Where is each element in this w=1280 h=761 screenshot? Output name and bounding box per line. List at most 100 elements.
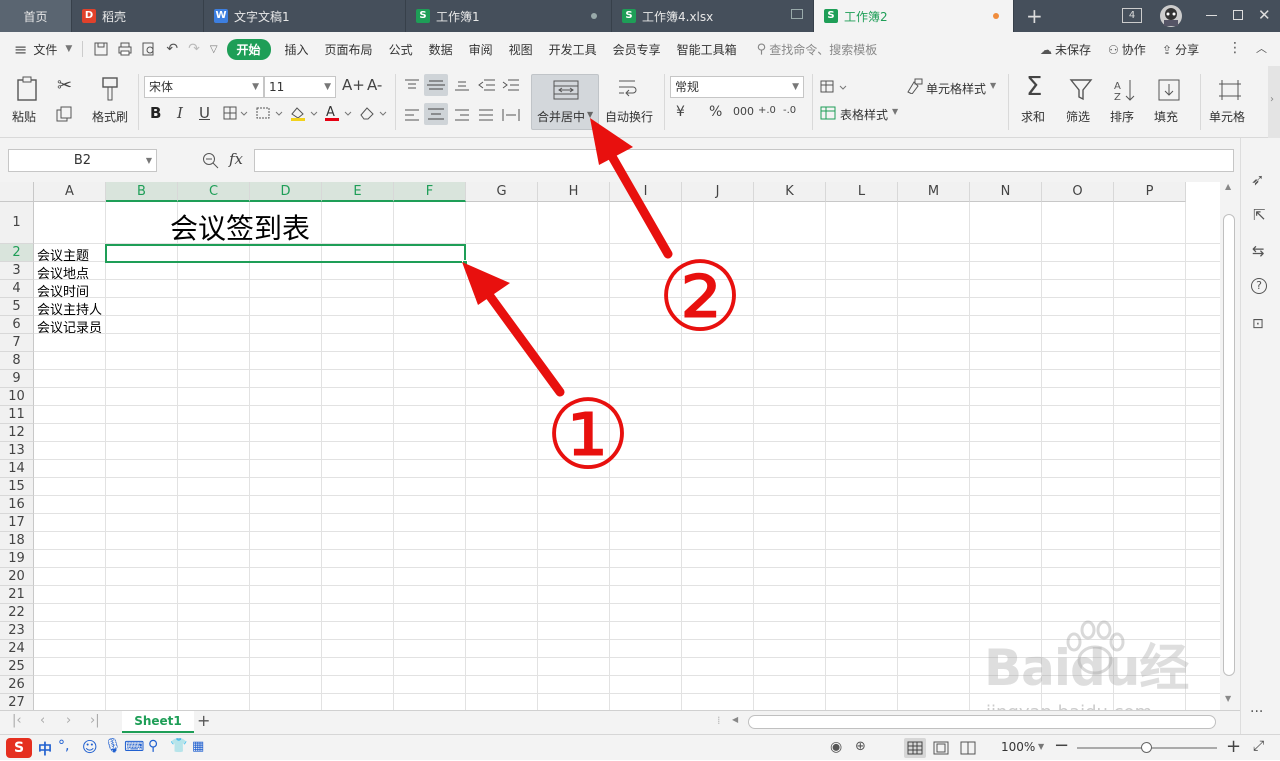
- row-header[interactable]: 9: [0, 370, 34, 388]
- punctuation-icon[interactable]: °,: [58, 738, 69, 754]
- increase-font-icon[interactable]: A+: [342, 76, 365, 94]
- split-handle-icon[interactable]: ⁞: [717, 714, 721, 727]
- row-header[interactable]: 6: [0, 316, 34, 334]
- column-header[interactable]: F: [394, 182, 466, 202]
- save-icon[interactable]: [94, 42, 108, 56]
- menu-view[interactable]: 视图: [509, 41, 533, 58]
- horizontal-scroll-thumb[interactable]: [748, 715, 1216, 729]
- add-sheet-icon[interactable]: +: [197, 711, 210, 730]
- row-header[interactable]: 21: [0, 586, 34, 604]
- column-header[interactable]: E: [322, 182, 394, 202]
- scroll-up-icon[interactable]: ▲: [1225, 182, 1231, 191]
- column-header[interactable]: A: [34, 182, 106, 202]
- column-header[interactable]: M: [898, 182, 970, 202]
- row-header[interactable]: 25: [0, 658, 34, 676]
- align-bottom-icon[interactable]: [454, 78, 470, 92]
- tab-home[interactable]: 首页: [0, 0, 72, 32]
- align-left-icon[interactable]: [404, 108, 420, 122]
- fill-down-icon[interactable]: [1157, 78, 1181, 102]
- row-header[interactable]: 15: [0, 478, 34, 496]
- zoom-in-icon[interactable]: +: [1226, 736, 1241, 757]
- decrease-decimal-icon[interactable]: -.0: [783, 105, 796, 116]
- tab-daoke[interactable]: D 稻壳: [72, 0, 204, 32]
- hamburger-icon[interactable]: ≡: [14, 40, 27, 59]
- column-header[interactable]: L: [826, 182, 898, 202]
- paste-label[interactable]: 粘贴: [12, 108, 36, 125]
- fill-color-icon[interactable]: [289, 105, 319, 121]
- cell-fill-style-icon[interactable]: [256, 106, 284, 120]
- column-header[interactable]: N: [970, 182, 1042, 202]
- paste-icon[interactable]: [16, 76, 40, 102]
- rocket-icon[interactable]: ➶: [1251, 170, 1264, 189]
- new-tab-plus-icon[interactable]: +: [1026, 4, 1043, 28]
- label-cell-a3[interactable]: 会议地点: [37, 263, 89, 282]
- row-header[interactable]: 7: [0, 334, 34, 352]
- tab-workbook2[interactable]: S 工作簿2: [814, 0, 1014, 32]
- font-name-select[interactable]: 宋体 ▼: [144, 76, 264, 98]
- label-cell-a5[interactable]: 会议主持人: [37, 299, 102, 318]
- increase-decimal-icon[interactable]: +.0: [758, 105, 776, 116]
- row-header[interactable]: 10: [0, 388, 34, 406]
- close-icon[interactable]: ✕: [1258, 6, 1271, 24]
- column-header[interactable]: B: [106, 182, 178, 202]
- sheet-title-cell[interactable]: 会议签到表: [170, 207, 310, 247]
- more-panel-icon[interactable]: ···: [1250, 704, 1263, 720]
- menu-formula[interactable]: 公式: [389, 41, 413, 58]
- row-header[interactable]: 20: [0, 568, 34, 586]
- scroll-left-icon[interactable]: ◀: [732, 715, 738, 724]
- eye-protection-icon[interactable]: ◉: [830, 739, 842, 755]
- filter-icon[interactable]: [1069, 78, 1093, 102]
- column-header[interactable]: P: [1114, 182, 1186, 202]
- command-search[interactable]: ⚲ 查找命令、搜索模板: [757, 41, 878, 58]
- align-top-icon[interactable]: [404, 78, 420, 92]
- zoom-slider-thumb[interactable]: [1141, 742, 1152, 753]
- increase-indent-icon[interactable]: [502, 78, 520, 92]
- column-header[interactable]: O: [1042, 182, 1114, 202]
- collaborate-button[interactable]: ⚇ 协作: [1108, 41, 1146, 58]
- page-layout-view-icon[interactable]: [933, 741, 949, 755]
- menu-page-layout[interactable]: 页面布局: [325, 41, 373, 58]
- row-header[interactable]: 18: [0, 532, 34, 550]
- emoji-icon[interactable]: ☺: [82, 738, 98, 756]
- row-header[interactable]: 16: [0, 496, 34, 514]
- sum-icon[interactable]: Σ: [1026, 72, 1042, 102]
- input-language-indicator[interactable]: 中: [38, 739, 52, 759]
- page-break-view-icon[interactable]: [960, 741, 976, 755]
- font-color-icon[interactable]: A: [323, 105, 353, 121]
- collapse-ribbon-icon[interactable]: ︿: [1256, 40, 1267, 56]
- column-header[interactable]: H: [538, 182, 610, 202]
- menu-smart-tools[interactable]: 智能工具箱: [677, 41, 737, 58]
- property-icon[interactable]: ⇆: [1252, 242, 1265, 260]
- print-icon[interactable]: [118, 42, 132, 56]
- italic-button[interactable]: I: [177, 104, 183, 122]
- merge-center-button[interactable]: 合并居中 ▼: [531, 74, 599, 130]
- cell-format-icon[interactable]: [1218, 78, 1242, 102]
- row-header[interactable]: 24: [0, 640, 34, 658]
- format-painter-icon[interactable]: [100, 76, 120, 102]
- row-header[interactable]: 17: [0, 514, 34, 532]
- align-center-button[interactable]: [424, 103, 448, 125]
- last-sheet-icon[interactable]: ›|: [90, 713, 100, 728]
- tab-workbook4[interactable]: S 工作簿4.xlsx: [612, 0, 814, 32]
- decrease-indent-icon[interactable]: [478, 78, 496, 92]
- microphone-icon[interactable]: 🎙: [104, 738, 122, 754]
- menu-data[interactable]: 数据: [429, 41, 453, 58]
- row-header[interactable]: 22: [0, 604, 34, 622]
- fullscreen-icon[interactable]: ⤢: [1253, 738, 1264, 754]
- toolbox-grid-icon[interactable]: ▦: [192, 739, 204, 754]
- row-header[interactable]: 2: [0, 244, 34, 262]
- fill-label[interactable]: 填充: [1154, 108, 1178, 125]
- row-header[interactable]: 5: [0, 298, 34, 316]
- column-header[interactable]: G: [466, 182, 538, 202]
- justify-icon[interactable]: [478, 108, 494, 122]
- spreadsheet-grid[interactable]: ABCDEFGHIJKLMNOP 1 2 3 4 5 6 7 8 9 10 11 12 13 14 15 16…: [0, 182, 1220, 710]
- vertical-scroll-thumb[interactable]: [1223, 214, 1235, 676]
- tab-workbook1[interactable]: S 工作簿1: [406, 0, 612, 32]
- bold-button[interactable]: B: [150, 104, 161, 122]
- sum-label[interactable]: 求和: [1021, 108, 1045, 125]
- row-header[interactable]: 26: [0, 676, 34, 694]
- row-header[interactable]: 8: [0, 352, 34, 370]
- column-header[interactable]: C: [178, 182, 250, 202]
- cell-selection-range[interactable]: [105, 244, 466, 263]
- ribbon-scroll-right[interactable]: ›: [1268, 66, 1280, 138]
